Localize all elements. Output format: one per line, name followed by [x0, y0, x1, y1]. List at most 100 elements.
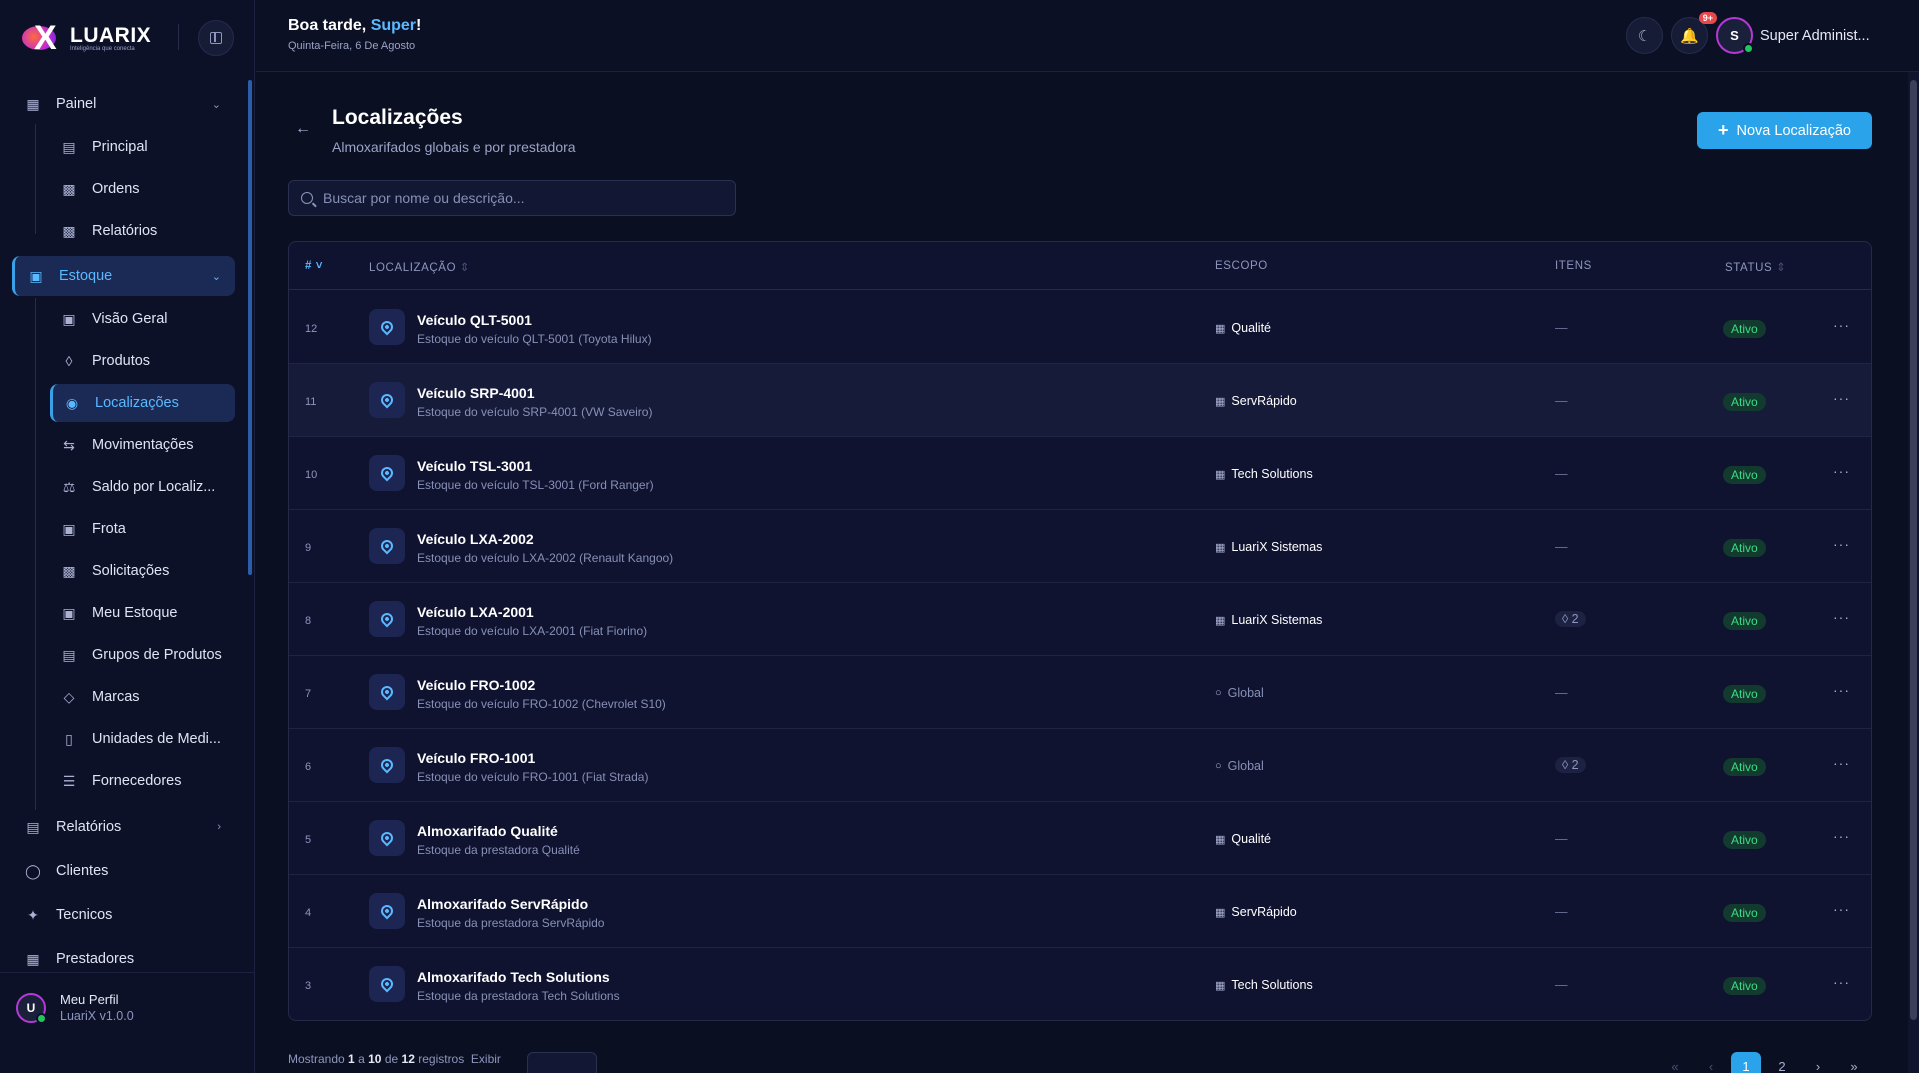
user-avatar[interactable]: S: [1716, 17, 1754, 54]
table-row[interactable]: 4 Almoxarifado ServRápido Estoque da prest…: [289, 875, 1871, 948]
location-name: Veículo LXA-2002: [417, 531, 534, 547]
chevron-right-icon: ›: [217, 821, 221, 833]
table-row[interactable]: 8 Veículo LXA-2001 Estoque do veículo LXA-…: [289, 583, 1871, 656]
more-actions-icon[interactable]: ···: [1833, 901, 1850, 917]
sidebar-subitem-10[interactable]: ◇ Marcas: [50, 678, 235, 716]
more-actions-icon[interactable]: ···: [1833, 536, 1850, 552]
more-actions-icon[interactable]: ···: [1833, 463, 1850, 479]
prev-page-button[interactable]: ‹: [1696, 1052, 1726, 1073]
sidebar-subitem-2[interactable]: ▩ Ordens: [50, 170, 235, 208]
sidebar-subitem-3[interactable]: ▩ Relatórios: [50, 212, 235, 250]
sidebar-item-painel[interactable]: ▦ Painel ⌄: [12, 84, 235, 124]
page-scrollbar[interactable]: [1908, 72, 1919, 1073]
sidebar-subitem-6[interactable]: ▣ Frota: [50, 510, 235, 548]
search-input[interactable]: [323, 190, 723, 206]
user-menu[interactable]: Super Administ...: [1760, 28, 1870, 44]
sidebar-subitem-4[interactable]: ⇆ Movimentações: [50, 426, 235, 464]
back-arrow-icon[interactable]: ←: [295, 120, 311, 138]
new-location-button[interactable]: + Nova Localização: [1697, 112, 1872, 149]
sidebar-item-label: Relatórios: [92, 223, 158, 239]
location-description: Estoque do veículo FRO-1001 (Fiat Strada…: [417, 770, 649, 784]
items-count: —: [1555, 540, 1568, 554]
more-actions-icon[interactable]: ···: [1833, 828, 1850, 844]
sidebar-subitem-3[interactable]: ◉ Localizações: [50, 384, 235, 422]
building-icon: ▦: [1215, 322, 1226, 335]
next-page-button[interactable]: ›: [1803, 1052, 1833, 1073]
first-page-button[interactable]: «: [1660, 1052, 1690, 1073]
sidebar-item-label: Relatórios: [56, 819, 122, 835]
page-2-button[interactable]: 2: [1767, 1052, 1797, 1073]
column-id-sort[interactable]: # ˅: [305, 260, 323, 272]
table-row[interactable]: 3 Almoxarifado Tech Solutions Estoque da p…: [289, 948, 1871, 1020]
sidebar-subitem-11[interactable]: ▯ Unidades de Medi...: [50, 720, 235, 758]
sidebar-subitem-2[interactable]: ◊ Produtos: [50, 342, 235, 380]
sidebar-item-label: Frota: [92, 521, 126, 537]
sidebar-subitem-9[interactable]: ▤ Grupos de Produtos: [50, 636, 235, 674]
last-page-button[interactable]: »: [1839, 1052, 1869, 1073]
per-page-select[interactable]: [527, 1052, 597, 1073]
sidebar-subitem-5[interactable]: ⚖ Saldo por Localiz...: [50, 468, 235, 506]
scope-label: Tech Solutions: [1231, 467, 1313, 481]
sidebar-item-estoque[interactable]: ▣ Estoque ⌄: [12, 256, 235, 296]
sidebar-item-label: Movimentações: [92, 437, 194, 453]
chart-icon: ▤: [62, 138, 76, 155]
more-actions-icon[interactable]: ···: [1833, 317, 1850, 333]
table-row[interactable]: 11 Veículo SRP-4001 Estoque do veículo SRP…: [289, 364, 1871, 437]
boxes-icon: ◊: [1562, 612, 1572, 626]
column-status[interactable]: STATUS ⇕: [1725, 260, 1786, 274]
more-actions-icon[interactable]: ···: [1833, 609, 1850, 625]
items-count: —: [1555, 905, 1568, 919]
table-row[interactable]: 12 Veículo QLT-5001 Estoque do veículo QLT…: [289, 291, 1871, 364]
sidebar-subitem-1[interactable]: ▣ Visão Geral: [50, 300, 235, 338]
more-actions-icon[interactable]: ···: [1833, 974, 1850, 990]
page-subtitle: Almoxarifados globais e por prestadora: [332, 139, 576, 155]
sidebar-scrollbar[interactable]: [248, 80, 252, 575]
table-row[interactable]: 7 Veículo FRO-1002 Estoque do veículo FRO-…: [289, 656, 1871, 729]
document-icon: ▩: [62, 222, 76, 239]
page-1-button[interactable]: 1: [1731, 1052, 1761, 1073]
table-row[interactable]: 6 Veículo FRO-1001 Estoque do veículo FRO-…: [289, 729, 1871, 802]
table-row[interactable]: 9 Veículo LXA-2002 Estoque do veículo LXA-…: [289, 510, 1871, 583]
location-description: Estoque da prestadora Qualité: [417, 843, 580, 857]
online-status-dot: [36, 1012, 47, 1024]
more-actions-icon[interactable]: ···: [1833, 755, 1850, 771]
scope-label: LuariX Sistemas: [1231, 540, 1323, 554]
items-count: —: [1555, 467, 1568, 481]
status-badge: Ativo: [1723, 977, 1766, 995]
collapse-sidebar-button[interactable]: [198, 20, 234, 56]
sidebar-item-label: Estoque: [59, 268, 113, 284]
profile-card[interactable]: U Meu Perfil LuariX v1.0.0: [0, 972, 255, 1042]
items-count: —: [1555, 686, 1568, 700]
table-row[interactable]: 10 Veículo TSL-3001 Estoque do veículo TSL…: [289, 437, 1871, 510]
online-status-dot: [1743, 43, 1754, 54]
sidebar-subitem-8[interactable]: ▣ Meu Estoque: [50, 594, 235, 632]
row-id: 4: [305, 907, 312, 919]
scope-cell: ▦ LuariX Sistemas: [1215, 540, 1322, 554]
layers-icon: ☰: [62, 772, 76, 789]
status-badge: Ativo: [1723, 904, 1766, 922]
sidebar-subitem-1[interactable]: ▤ Principal: [50, 128, 235, 166]
sidebar-item-label: Principal: [92, 139, 148, 155]
sidebar-item-label: Ordens: [92, 181, 140, 197]
sidebar-subitem-12[interactable]: ☰ Fornecedores: [50, 762, 235, 800]
items-count: —: [1555, 832, 1568, 846]
theme-toggle-button[interactable]: ☾: [1626, 17, 1663, 54]
sidebar-item-relatórios[interactable]: ▤ Relatórios ›: [12, 807, 235, 847]
location-pin-icon: [369, 966, 405, 1002]
sidebar-item-clientes[interactable]: ◯ Clientes: [12, 851, 235, 891]
column-location[interactable]: LOCALIZAÇÃO ⇕: [369, 260, 470, 274]
sidebar-subitem-7[interactable]: ▩ Solicitações: [50, 552, 235, 590]
items-count: —: [1555, 394, 1568, 408]
notifications-button[interactable]: 🔔 9+: [1671, 12, 1717, 54]
building-icon: ▦: [1215, 395, 1226, 408]
more-actions-icon[interactable]: ···: [1833, 682, 1850, 698]
location-description: Estoque do veículo SRP-4001 (VW Saveiro): [417, 405, 653, 419]
table-row[interactable]: 5 Almoxarifado Qualité Estoque da prestado…: [289, 802, 1871, 875]
location-description: Estoque do veículo FRO-1002 (Chevrolet S…: [417, 697, 666, 711]
location-pin-icon: [369, 747, 405, 783]
more-actions-icon[interactable]: ···: [1833, 390, 1850, 406]
scope-label: Qualité: [1231, 832, 1272, 846]
building-icon: ▦: [26, 950, 40, 967]
location-description: Estoque do veículo LXA-2001 (Fiat Fiorin…: [417, 624, 648, 638]
sidebar-item-tecnicos[interactable]: ✦ Tecnicos: [12, 895, 235, 935]
